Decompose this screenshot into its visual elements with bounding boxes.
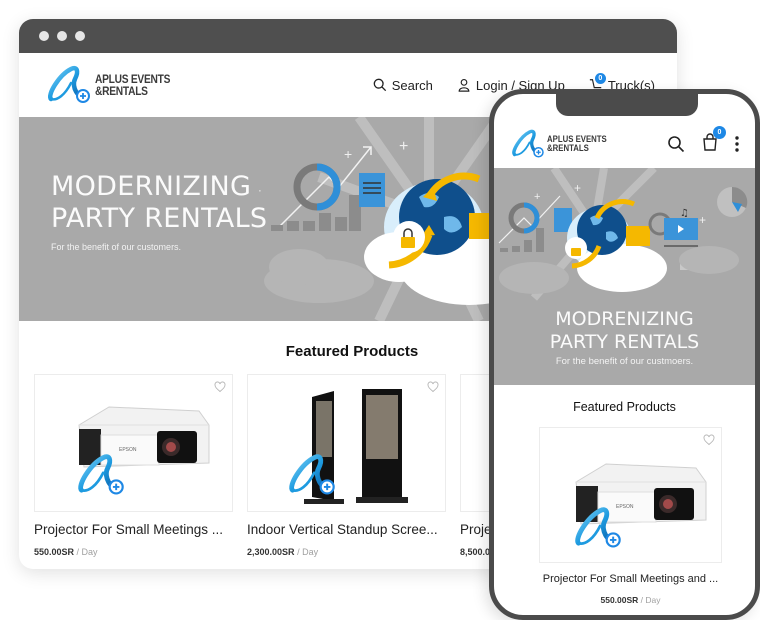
hero-title-line-1: MODERNIZING (51, 171, 252, 202)
featured-products-title: Featured Products (285, 343, 419, 360)
product-name[interactable]: Projector For Small Meetings and ... (529, 573, 732, 585)
aplus-watermark-icon (286, 453, 338, 497)
aplus-watermark-icon (572, 506, 624, 550)
product-price: 550.00SR / Day (34, 547, 233, 557)
logo-text: APLUS EVENTS &RENTALS (95, 73, 170, 97)
svg-text:+: + (699, 213, 706, 227)
hero-title-line-2: PARTY RENTALS (549, 331, 700, 353)
mobile-hero-subtitle: For the benefit of our custmoers. (555, 356, 694, 367)
mobile-logo-text: APLUS EVENTS &RENTALS (547, 134, 607, 154)
product-name[interactable]: Projector For Small Meetings ... (34, 522, 233, 537)
more-menu-icon[interactable] (735, 136, 739, 152)
marketing-mockup: APLUS EVENTS &RENTALS Search Login / Sig… (0, 0, 760, 620)
hero-title-line-2: PARTY RENTALS (51, 203, 268, 234)
hero-subtitle: For the benefit of our customers. (51, 242, 182, 252)
product-card[interactable]: Projector For Small Meetings ... 550.00S… (34, 374, 233, 557)
window-control-maximize[interactable] (75, 31, 85, 41)
lock-icon (401, 237, 415, 248)
mobile-hero-title: MODRENIZING PARTY RENTALS (494, 308, 755, 354)
product-price: 2,300.00SR / Day (247, 547, 446, 557)
document-icon (359, 173, 385, 207)
svg-text:+: + (534, 191, 540, 203)
mobile-hero-banner: + + + ♫ MODRENIZING PARTY RENTALS For th… (494, 168, 755, 385)
aplus-logo-icon (45, 65, 93, 105)
price-unit: / Day (297, 547, 319, 557)
user-icon (458, 79, 470, 92)
window-control-minimize[interactable] (57, 31, 67, 41)
plus-deco: + (259, 181, 262, 201)
price-value: 550.00SR (600, 595, 639, 605)
search-icon (373, 78, 386, 92)
hero-title: MODERNIZING PARTY RENTALS (51, 171, 267, 235)
mobile-header: APLUS EVENTS &RENTALS 0 (494, 120, 755, 168)
product-image[interactable] (34, 374, 233, 512)
product-image[interactable] (247, 374, 446, 512)
price-value: 8,500.0 (460, 547, 491, 557)
mobile-cart-button[interactable]: 0 (701, 125, 726, 156)
music-note-icon: ♫ (680, 208, 689, 219)
mobile-phone-mockup: APLUS EVENTS &RENTALS 0 + + + ♫ MODRENIZ… (489, 89, 760, 620)
search-icon[interactable] (667, 135, 685, 153)
svg-text:+: + (344, 146, 352, 162)
logo-line-2: &RENTALS (95, 84, 148, 98)
aplus-logo-icon[interactable] (510, 129, 546, 159)
price-value: 2,300.00SR (247, 547, 295, 557)
browser-title-bar (19, 19, 677, 53)
nav-search[interactable]: Search (373, 78, 433, 93)
svg-text:+: + (399, 138, 408, 155)
phone-notch (556, 94, 698, 116)
price-value: 550.00SR (34, 547, 75, 557)
price-unit: / Day (76, 547, 98, 557)
aplus-watermark-icon (75, 453, 127, 497)
product-name[interactable]: Indoor Vertical Standup Scree... (247, 522, 446, 537)
bar-graph-icon (271, 195, 361, 231)
cart-count-badge: 0 (713, 125, 726, 139)
site-logo[interactable]: APLUS EVENTS &RENTALS (45, 65, 183, 105)
svg-text:+: + (574, 181, 581, 195)
hero-title-line-1: MODRENIZING (555, 308, 694, 330)
product-price: 550.00SR / Day (539, 595, 722, 605)
price-unit: / Day (640, 595, 661, 605)
logo-line-2: &RENTALS (547, 143, 589, 154)
cart-count-badge: 0 (594, 72, 606, 84)
nav-search-label: Search (391, 77, 433, 93)
product-card[interactable]: Indoor Vertical Standup Scree... 2,300.0… (247, 374, 446, 557)
mobile-product-card[interactable]: Projector For Small Meetings and ... 550… (539, 427, 722, 605)
window-control-close[interactable] (39, 31, 49, 41)
mobile-header-actions: 0 (667, 120, 739, 168)
cloud-technology-illustration: + + + (498, 168, 748, 301)
mobile-featured-products-title: Featured Products (573, 400, 676, 414)
product-image[interactable] (539, 427, 722, 563)
